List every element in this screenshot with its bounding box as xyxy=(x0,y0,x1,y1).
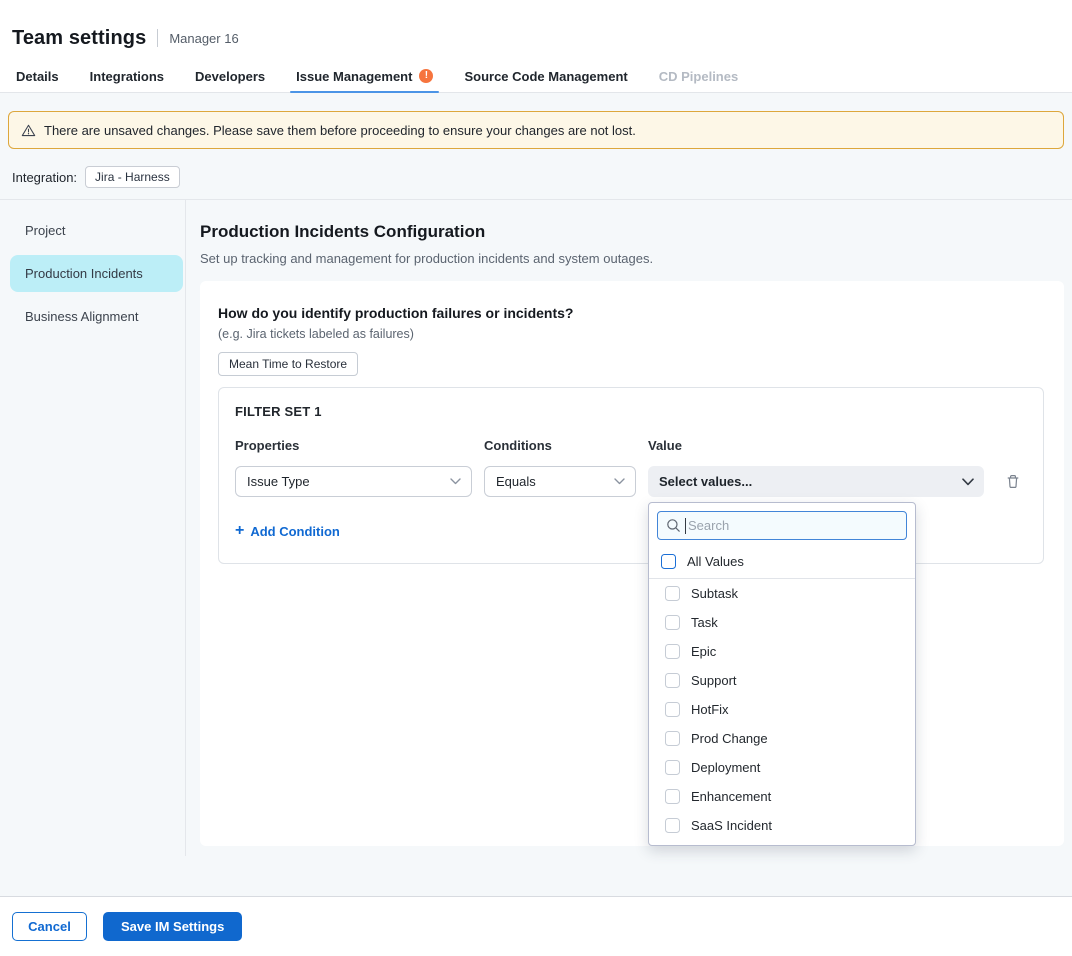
page-header: Team settings Manager 16 xyxy=(0,0,1072,60)
search-placeholder: Search xyxy=(688,518,729,533)
option-hotfix[interactable]: HotFix xyxy=(649,695,915,724)
tab-source-code-management[interactable]: Source Code Management xyxy=(462,60,629,92)
option-support[interactable]: Support xyxy=(649,666,915,695)
alert-badge-icon: ! xyxy=(419,69,433,83)
value-multiselect[interactable]: Select values... xyxy=(648,466,984,497)
checkbox-icon[interactable] xyxy=(665,615,680,630)
checkbox-icon[interactable] xyxy=(665,673,680,688)
checkbox-icon[interactable] xyxy=(661,554,676,569)
page-body: There are unsaved changes. Please save t… xyxy=(0,93,1072,896)
plus-icon: + xyxy=(235,523,244,539)
banner-message: There are unsaved changes. Please save t… xyxy=(44,123,636,138)
checkbox-icon[interactable] xyxy=(665,586,680,601)
incidents-config-card: How do you identify production failures … xyxy=(200,281,1064,846)
checkbox-icon[interactable] xyxy=(665,731,680,746)
tab-integrations[interactable]: Integrations xyxy=(88,60,166,92)
option-saas-incident[interactable]: SaaS Incident xyxy=(649,811,915,840)
content-columns: Project Production Incidents Business Al… xyxy=(0,200,1072,856)
question-hint: (e.g. Jira tickets labeled as failures) xyxy=(218,327,1044,341)
filter-set-box: FILTER SET 1 Properties Conditions Value… xyxy=(218,387,1044,564)
value-dropdown-panel: Search All Values Subtask Task Epic xyxy=(648,502,916,846)
warning-triangle-icon xyxy=(21,123,36,138)
option-all-values[interactable]: All Values xyxy=(649,546,915,579)
value-column-label: Value xyxy=(648,438,984,453)
cancel-button[interactable]: Cancel xyxy=(12,912,87,941)
main-panel: Production Incidents Configuration Set u… xyxy=(186,200,1072,856)
option-task[interactable]: Task xyxy=(649,608,915,637)
metric-chip[interactable]: Mean Time to Restore xyxy=(218,352,358,376)
team-name-label: Manager 16 xyxy=(169,31,238,46)
conditions-column-label: Conditions xyxy=(484,438,636,453)
integration-row: Integration: Jira - Harness xyxy=(12,165,1072,189)
checkbox-icon[interactable] xyxy=(665,789,680,804)
sidebar-item-project[interactable]: Project xyxy=(10,212,183,249)
dropdown-search-wrap: Search xyxy=(649,503,915,546)
save-im-settings-button[interactable]: Save IM Settings xyxy=(103,912,242,941)
delete-filter-button[interactable] xyxy=(1005,473,1021,490)
unsaved-changes-banner: There are unsaved changes. Please save t… xyxy=(8,111,1064,149)
checkbox-icon[interactable] xyxy=(665,818,680,833)
properties-column-label: Properties xyxy=(235,438,472,453)
sidebar-item-business-alignment[interactable]: Business Alignment xyxy=(10,298,183,335)
filter-row: Issue Type Equals xyxy=(235,466,1027,497)
integration-label: Integration: xyxy=(12,170,77,185)
title-separator xyxy=(157,29,158,47)
checkbox-icon[interactable] xyxy=(665,760,680,775)
tab-details[interactable]: Details xyxy=(14,60,61,92)
question-heading: How do you identify production failures … xyxy=(218,305,1044,321)
chevron-down-icon xyxy=(962,478,974,486)
property-select[interactable]: Issue Type xyxy=(235,466,472,497)
chevron-down-icon xyxy=(450,478,461,485)
footer-actions: Cancel Save IM Settings xyxy=(0,896,1072,956)
tab-cd-pipelines: CD Pipelines xyxy=(657,60,740,92)
settings-sidebar: Project Production Incidents Business Al… xyxy=(0,200,186,856)
filter-column-labels: Properties Conditions Value xyxy=(235,438,1027,453)
chevron-down-icon xyxy=(614,478,625,485)
section-subtitle: Set up tracking and management for produ… xyxy=(200,251,1064,266)
section-title: Production Incidents Configuration xyxy=(200,222,1064,242)
option-deployment[interactable]: Deployment xyxy=(649,753,915,782)
tab-bar: Details Integrations Developers Issue Ma… xyxy=(0,60,1072,93)
search-icon xyxy=(666,518,681,533)
sidebar-item-production-incidents[interactable]: Production Incidents xyxy=(10,255,183,292)
option-subtask[interactable]: Subtask xyxy=(649,579,915,608)
checkbox-icon[interactable] xyxy=(665,702,680,717)
option-prod-change[interactable]: Prod Change xyxy=(649,724,915,753)
checkbox-icon[interactable] xyxy=(665,644,680,659)
option-customer-notification[interactable]: Customer Notification xyxy=(649,840,915,846)
tab-developers[interactable]: Developers xyxy=(193,60,267,92)
add-condition-button[interactable]: + Add Condition xyxy=(235,523,340,539)
tab-issue-management[interactable]: Issue Management ! xyxy=(294,60,435,92)
value-select-wrap: Select values... xyxy=(648,466,984,497)
option-epic[interactable]: Epic xyxy=(649,637,915,666)
option-enhancement[interactable]: Enhancement xyxy=(649,782,915,811)
page-title: Team settings xyxy=(12,27,146,50)
search-input[interactable]: Search xyxy=(657,511,907,540)
text-cursor xyxy=(685,518,686,534)
integration-chip[interactable]: Jira - Harness xyxy=(85,166,180,188)
condition-select[interactable]: Equals xyxy=(484,466,636,497)
filter-set-title: FILTER SET 1 xyxy=(235,404,1027,419)
